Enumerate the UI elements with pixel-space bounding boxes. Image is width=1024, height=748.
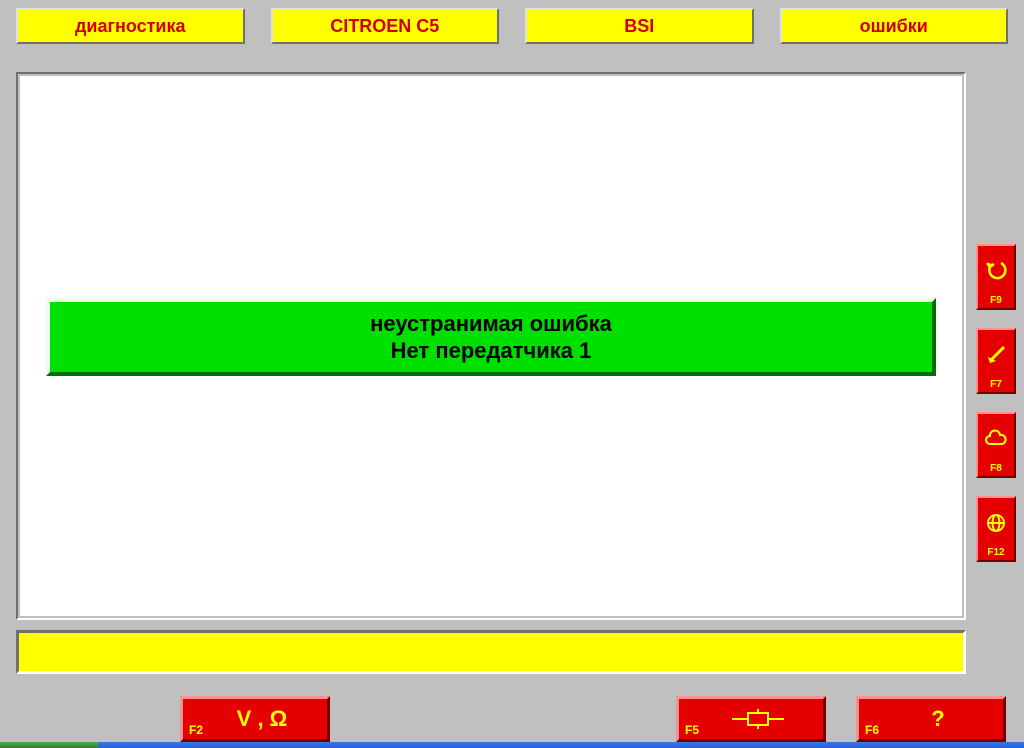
main-panel: неустранимая ошибка Нет передатчика 1 [20, 76, 962, 616]
fkey-label: F7 [990, 379, 1002, 390]
fkey-label: F5 [685, 723, 699, 737]
os-taskbar [0, 742, 1024, 748]
breadcrumb-faults[interactable]: ошибки [780, 8, 1009, 44]
fkey-label: F8 [990, 463, 1002, 474]
globe-icon [978, 498, 1014, 547]
fkey-label: F9 [990, 295, 1002, 306]
fkey-label: F2 [189, 723, 203, 737]
breadcrumb-diagnostics[interactable]: диагностика [16, 8, 245, 44]
status-bar [16, 630, 966, 674]
pointer-icon [978, 330, 1014, 379]
f6-button[interactable]: F6 ? [856, 696, 1006, 742]
bottom-function-keys: F2 V , Ω F5 F6 ? [0, 696, 1024, 744]
breadcrumb-module[interactable]: BSI [525, 8, 754, 44]
breadcrumb: диагностика CITROEN C5 BSI ошибки [16, 8, 1008, 44]
app-root: диагностика CITROEN C5 BSI ошибки неустр… [0, 0, 1024, 748]
breadcrumb-model[interactable]: CITROEN C5 [271, 8, 500, 44]
f9-button[interactable]: F9 [976, 244, 1016, 310]
fault-status: неустранимая ошибка [370, 310, 612, 338]
f5-button[interactable]: F5 [676, 696, 826, 742]
fkey-label: F6 [865, 723, 879, 737]
side-function-keys: F9 F7 F8 [976, 244, 1016, 562]
f8-button[interactable]: F8 [976, 412, 1016, 478]
f2-button[interactable]: F2 V , Ω [180, 696, 330, 742]
help-icon: ? [879, 701, 997, 737]
component-icon [699, 701, 817, 737]
multimeter-icon: V , Ω [203, 701, 321, 737]
f7-button[interactable]: F7 [976, 328, 1016, 394]
fkey-label: F12 [987, 547, 1004, 558]
undo-icon [978, 246, 1014, 295]
fault-entry[interactable]: неустранимая ошибка Нет передатчика 1 [46, 298, 936, 376]
start-button[interactable] [0, 742, 98, 748]
main-panel-frame: неустранимая ошибка Нет передатчика 1 [16, 72, 966, 620]
fault-description: Нет передатчика 1 [391, 337, 592, 365]
cloud-icon [978, 414, 1014, 463]
f12-button[interactable]: F12 [976, 496, 1016, 562]
